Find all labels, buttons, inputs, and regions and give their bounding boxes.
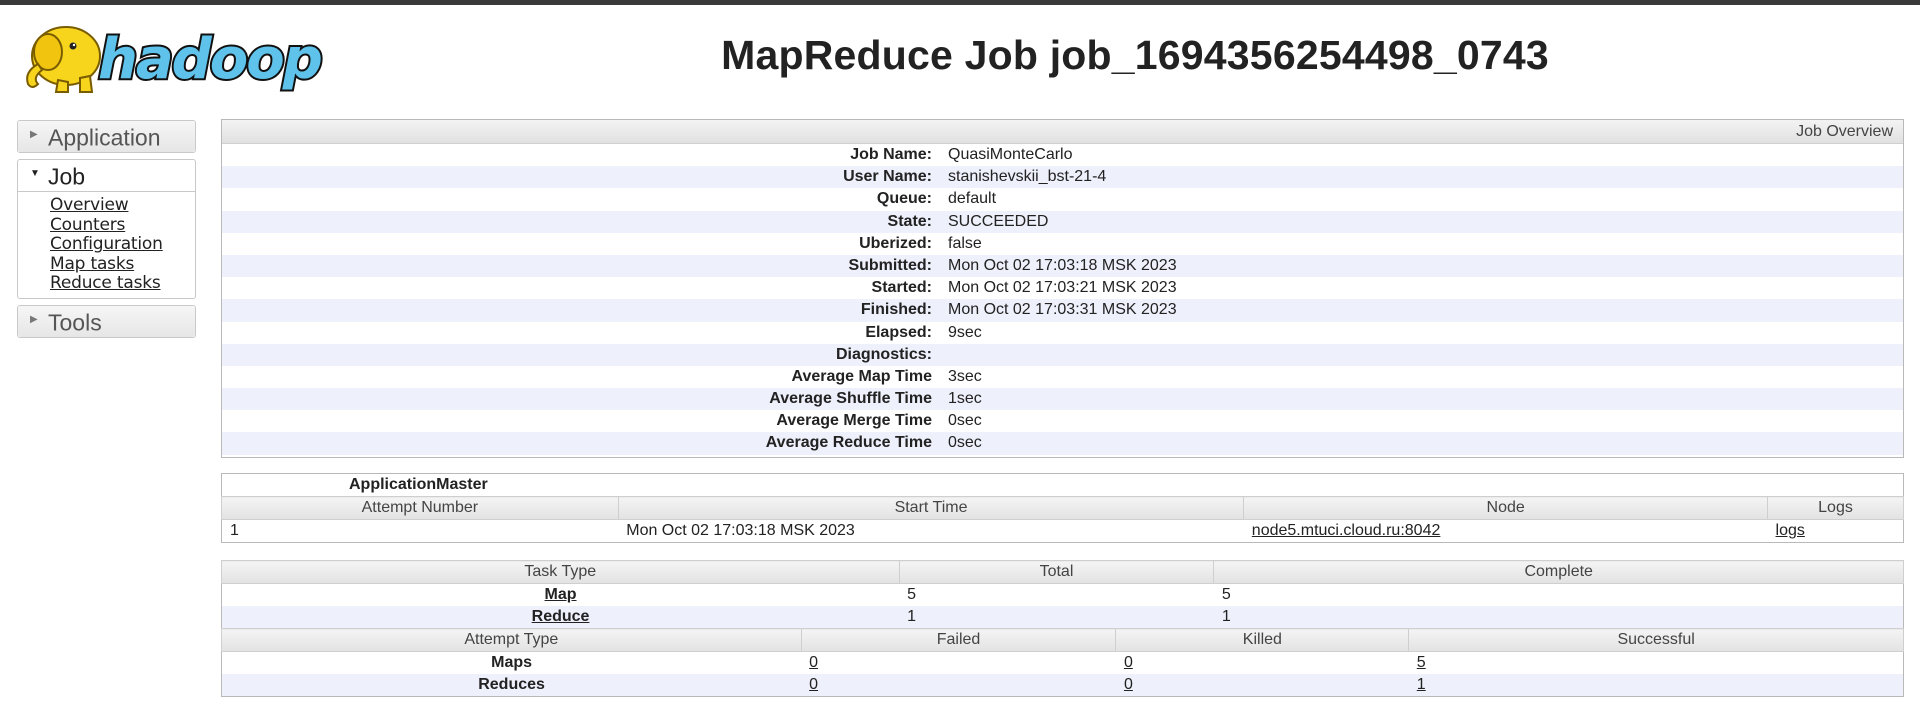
reduces-successful-link[interactable]: 1 xyxy=(1417,676,1426,693)
table-row: Maps 0 0 5 xyxy=(222,652,1904,675)
col-complete[interactable]: Complete xyxy=(1213,560,1904,584)
col-killed[interactable]: Killed xyxy=(1115,628,1410,652)
nav-head-job[interactable]: ▼ Job xyxy=(18,160,195,192)
attempt-type-reduces: Reduces xyxy=(221,674,802,697)
col-total[interactable]: Total xyxy=(898,560,1215,584)
application-master-table: ApplicationMaster Attempt Number Start T… xyxy=(221,473,1904,543)
triangle-down-icon: ▼ xyxy=(30,168,40,180)
info-row-finished: Finished: Mon Oct 02 17:03:31 MSK 2023 xyxy=(222,299,1903,322)
map-complete: 5 xyxy=(1221,586,1231,603)
info-row-queue: Queue: default xyxy=(876,190,997,208)
info-row-avg-merge-time: Average Merge Time 0sec xyxy=(776,412,982,430)
info-row-started: Started: Mon Oct 02 17:03:21 MSK 2023 xyxy=(871,279,1177,297)
reduce-total: 1 xyxy=(899,606,1214,629)
map-tasks-link[interactable]: Map xyxy=(545,586,577,603)
nav-head-tools[interactable]: ▶ Tools xyxy=(18,305,195,337)
info-row-avg-shuffle-time: Average Shuffle Time 1sec xyxy=(222,388,1903,411)
map-total: 5 xyxy=(907,586,916,603)
logs-link[interactable]: logs xyxy=(1776,522,1805,539)
col-node[interactable]: Node xyxy=(1243,496,1769,520)
start-time: Mon Oct 02 17:03:18 MSK 2023 xyxy=(626,522,855,539)
hadoop-logo: hadoop xyxy=(26,25,325,94)
info-row-state: State: SUCCEEDED xyxy=(222,210,1903,233)
job-overview-header: Job Overview xyxy=(222,120,1903,144)
am-caption-row: ApplicationMaster xyxy=(222,474,1904,497)
info-row-uberized: Uberized: false xyxy=(859,234,982,252)
col-attempt-type[interactable]: Attempt Type xyxy=(221,628,802,652)
attempt-number: 1 xyxy=(230,522,239,539)
info-row-diagnostics: Diagnostics: xyxy=(222,343,1903,366)
nav-section-application: ▶ Application xyxy=(17,120,196,153)
top-border xyxy=(0,0,1920,5)
nav-link-overview[interactable]: Overview xyxy=(50,195,195,216)
table-row: Map 5 5 xyxy=(222,584,1904,607)
task-header-row: Task Type Total Complete xyxy=(221,560,1904,584)
col-logs[interactable]: Logs xyxy=(1767,496,1904,520)
info-row-submitted: Submitted: Mon Oct 02 17:03:18 MSK 2023 xyxy=(222,254,1903,278)
maps-successful-link[interactable]: 5 xyxy=(1417,654,1426,671)
nav-link-configuration[interactable]: Configuration xyxy=(50,234,195,255)
maps-killed-link[interactable]: 0 xyxy=(1124,654,1133,671)
nav-head-application[interactable]: ▶ Application xyxy=(18,121,195,152)
info-row-user-name: User Name: stanishevskii_bst-21-4 xyxy=(222,166,1903,189)
am-header-row: Attempt Number Start Time Node Logs xyxy=(221,496,1904,520)
job-links: Overview Counters Configuration Map task… xyxy=(18,192,195,298)
job-overview-rows: Job Name: QuasiMonteCarlo User Name: stani… xyxy=(222,144,1903,455)
node-link[interactable]: node5.mtuci.cloud.ru:8042 xyxy=(1252,522,1441,539)
task-summary-table: Task Type Total Complete Map 5 5 Reduce … xyxy=(221,560,1904,697)
info-row-avg-reduce-time: Average Reduce Time 0sec xyxy=(222,432,1903,455)
attempt-type-maps: Maps xyxy=(491,654,533,671)
attempt-header-row: Attempt Type Failed Killed Successful xyxy=(221,628,1904,652)
table-row: 1 Mon Oct 02 17:03:18 MSK 2023 node5.mtu… xyxy=(222,520,1904,543)
col-failed[interactable]: Failed xyxy=(800,628,1117,652)
info-row-job-name: Job Name: QuasiMonteCarlo xyxy=(850,146,1073,163)
nav-section-job: ▼ Job Overview Counters Configuration Map… xyxy=(17,159,196,299)
nav-link-map-tasks[interactable]: Map tasks xyxy=(50,254,195,275)
col-successful[interactable]: Successful xyxy=(1408,628,1904,652)
col-attempt-number[interactable]: Attempt Number xyxy=(221,496,619,520)
table-row: Reduce 1 1 xyxy=(221,606,1904,629)
logo-text: hadoop xyxy=(98,27,321,92)
nav-link-reduce-tasks[interactable]: Reduce tasks xyxy=(50,273,195,294)
am-caption: ApplicationMaster xyxy=(349,476,488,493)
reduce-complete: 1 xyxy=(1213,606,1904,629)
triangle-right-icon: ▶ xyxy=(30,129,38,141)
info-row-avg-map-time: Average Map Time 3sec xyxy=(791,367,982,385)
sidebar-nav: ▶ Application ▼ Job Overview Counters Conf… xyxy=(17,120,196,344)
nav-section-tools: ▶ Tools xyxy=(17,304,196,338)
maps-failed-link[interactable]: 0 xyxy=(809,654,818,671)
reduces-killed-link[interactable]: 0 xyxy=(1124,676,1133,693)
info-row-elapsed: Elapsed: 9sec xyxy=(865,323,982,341)
reduce-tasks-link[interactable]: Reduce xyxy=(532,608,590,625)
reduces-failed-link[interactable]: 0 xyxy=(809,676,818,693)
table-row: Reduces 0 0 1 xyxy=(221,674,1904,697)
col-start-time[interactable]: Start Time xyxy=(617,496,1245,520)
triangle-right-icon: ▶ xyxy=(30,313,38,325)
elephant-icon xyxy=(26,26,101,93)
col-task-type[interactable]: Task Type xyxy=(221,560,900,584)
nav-link-counters[interactable]: Counters xyxy=(50,215,195,236)
job-overview: Job Overview Job Name: QuasiMonteCarlo Us… xyxy=(221,119,1904,458)
page-title: MapReduce Job job_1694356254498_0743 xyxy=(721,32,1549,78)
